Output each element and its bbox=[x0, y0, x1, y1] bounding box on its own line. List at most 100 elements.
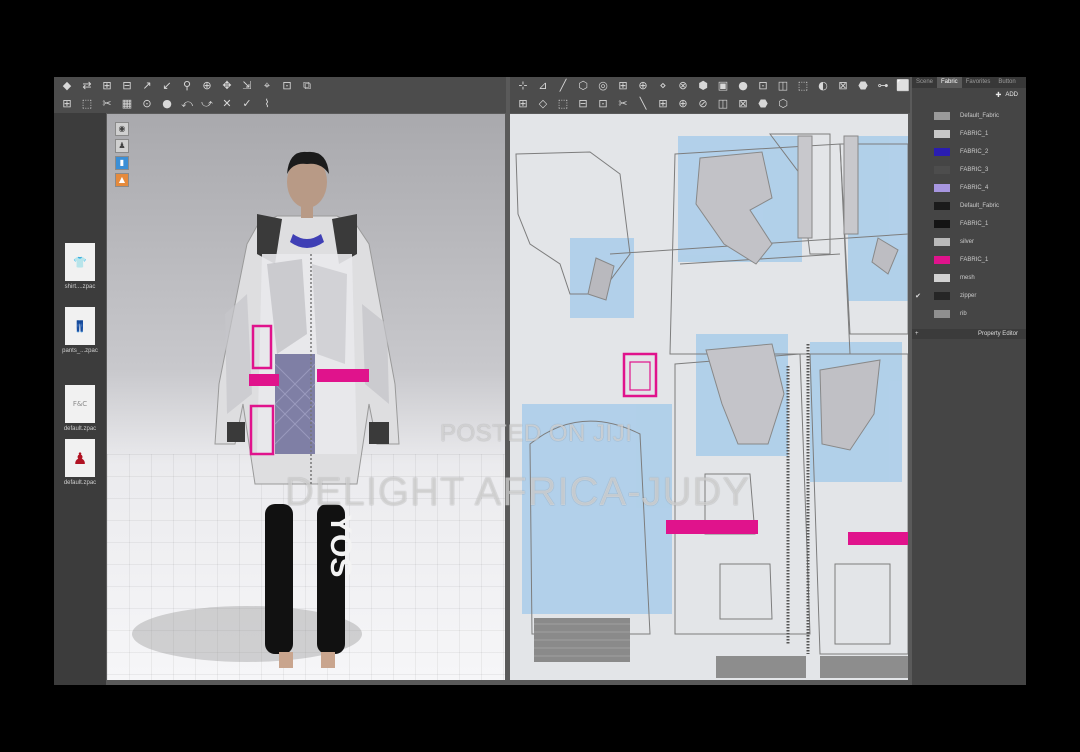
add-icon: ✚ bbox=[995, 91, 1002, 99]
2d-tool-icon[interactable]: ⬡ bbox=[576, 77, 590, 95]
3d-tool-icon[interactable]: ⊕ bbox=[200, 77, 214, 95]
fabric-list-item[interactable]: FABRIC_4 bbox=[912, 179, 1026, 197]
legging-print: YOS bbox=[324, 514, 357, 577]
pants-icon: 👖 bbox=[65, 307, 95, 345]
3d-tool-icon[interactable]: ⇄ bbox=[80, 77, 94, 95]
fabric-swatch bbox=[934, 220, 950, 228]
2d-tool-icon[interactable]: ⊿ bbox=[536, 77, 550, 95]
2d-tool-icon[interactable]: ◇ bbox=[536, 95, 550, 113]
2d-tool-icon[interactable]: ⊞ bbox=[656, 95, 670, 113]
2d-tool-icon[interactable]: ◫ bbox=[716, 95, 730, 113]
library-item-shirt[interactable]: 👕 shirt....zpac bbox=[56, 243, 104, 290]
library-item-pants[interactable]: 👖 pants_...zpac bbox=[56, 307, 104, 354]
2d-tool-icon[interactable]: ⬚ bbox=[556, 95, 570, 113]
3d-tool-icon[interactable]: ⤻ bbox=[200, 95, 214, 113]
2d-tool-icon[interactable]: ◎ bbox=[596, 77, 610, 95]
3d-tool-icon[interactable]: ✥ bbox=[220, 77, 234, 95]
fabric-list-item[interactable]: silver bbox=[912, 233, 1026, 251]
2d-tool-icon[interactable]: ╱ bbox=[556, 77, 570, 95]
2d-tool-icon[interactable]: ⊕ bbox=[636, 77, 650, 95]
2d-tool-icon[interactable]: ⬢ bbox=[696, 77, 710, 95]
fabric-swatch bbox=[934, 310, 950, 318]
2d-tool-icon[interactable]: ▣ bbox=[716, 77, 730, 95]
fabric-list-item[interactable]: mesh bbox=[912, 269, 1026, 287]
fabric-list-item[interactable]: FABRIC_3 bbox=[912, 161, 1026, 179]
2d-tool-icon[interactable]: ⊶ bbox=[876, 77, 890, 95]
2d-tool-icon[interactable]: ⊟ bbox=[576, 95, 590, 113]
3d-tool-icon[interactable]: ⊡ bbox=[280, 77, 294, 95]
2d-tool-icon[interactable]: ⊡ bbox=[596, 95, 610, 113]
2d-tool-icon[interactable]: ⊕ bbox=[676, 95, 690, 113]
add-fabric-button[interactable]: ADD bbox=[1005, 92, 1018, 98]
tab-fabric[interactable]: Fabric bbox=[937, 77, 962, 88]
2d-tool-icon[interactable]: ⋄ bbox=[656, 77, 670, 95]
2d-tool-icon[interactable]: ⊹ bbox=[516, 77, 530, 95]
2d-tool-icon[interactable]: ◐ bbox=[816, 77, 830, 95]
3d-tool-icon[interactable]: ⊞ bbox=[100, 77, 114, 95]
2d-tool-icon[interactable]: ⊠ bbox=[836, 77, 850, 95]
3d-tool-icon[interactable]: ▦ bbox=[120, 95, 134, 113]
2d-tool-icon[interactable]: ⊠ bbox=[736, 95, 750, 113]
tab-scene[interactable]: Scene bbox=[912, 77, 937, 88]
2d-tool-icon[interactable]: ⬜ bbox=[896, 77, 910, 95]
2d-tool-icon[interactable]: ⊞ bbox=[516, 95, 530, 113]
tab-favorites[interactable]: Favorites bbox=[962, 77, 995, 88]
library-item-label: pants_...zpac bbox=[62, 348, 98, 354]
fabric-name: mesh bbox=[960, 275, 975, 281]
fabric-list-item[interactable]: Default_Fabric bbox=[912, 107, 1026, 125]
3d-garment-viewport[interactable]: ◉ ♟ ▮ ▲ YOS bbox=[107, 114, 505, 680]
tab-button[interactable]: Button bbox=[994, 77, 1019, 88]
fabric-list-item[interactable]: FABRIC_1 bbox=[912, 251, 1026, 269]
magenta-band-piece-left bbox=[666, 520, 758, 534]
2d-tool-icon[interactable]: ⊡ bbox=[756, 77, 770, 95]
3d-tool-icon[interactable]: ⊞ bbox=[60, 95, 74, 113]
3d-tool-icon[interactable]: ⊙ bbox=[140, 95, 154, 113]
3d-tool-icon[interactable]: ◆ bbox=[60, 77, 74, 95]
3d-tool-icon[interactable]: ⤺ bbox=[180, 95, 194, 113]
fabric-list-item[interactable]: FABRIC_1 bbox=[912, 215, 1026, 233]
watermark-line-2: DELIGHT AFRICA-JUDY bbox=[285, 470, 750, 514]
fabric-name: Default_Fabric bbox=[960, 113, 1000, 119]
library-item-fabric[interactable]: F&C default.zpac bbox=[56, 385, 104, 432]
2d-tool-icon[interactable]: ● bbox=[736, 77, 750, 95]
2d-pattern-window[interactable] bbox=[510, 114, 908, 680]
2d-tool-icon[interactable]: ⬚ bbox=[796, 77, 810, 95]
2d-tool-icon[interactable]: ⊘ bbox=[696, 95, 710, 113]
3d-tool-icon[interactable]: ⧉ bbox=[300, 77, 314, 95]
2d-tool-icon[interactable]: ⬣ bbox=[756, 95, 770, 113]
avatar-with-garment: YOS bbox=[132, 151, 400, 668]
2d-tool-icon[interactable]: ✂ bbox=[616, 95, 630, 113]
checkmark-icon: ✔ bbox=[915, 292, 921, 300]
3d-tool-icon[interactable]: ✂ bbox=[100, 95, 114, 113]
3d-tool-icon[interactable]: ↗ bbox=[140, 77, 154, 95]
fabric-list-item[interactable]: FABRIC_2 bbox=[912, 143, 1026, 161]
library-item-avatar[interactable]: ♟ default.zpac bbox=[56, 439, 104, 486]
2d-tool-icon[interactable]: ◫ bbox=[776, 77, 790, 95]
3d-tool-icon[interactable]: ⚲ bbox=[180, 77, 194, 95]
2d-tool-icon[interactable]: ⬣ bbox=[856, 77, 870, 95]
library-panel: 👕 shirt....zpac 👖 pants_...zpac F&C defa… bbox=[54, 113, 106, 685]
property-editor-header[interactable]: + Property Editor bbox=[912, 329, 1026, 339]
fabric-list-item[interactable]: rib bbox=[912, 305, 1026, 323]
2d-view-toolbar: ⊹⊿╱⬡◎⊞⊕⋄⊗⬢▣●⊡◫⬚◐⊠⬣⊶⬜⬤ ⊞◇⬚⊟⊡✂╲⊞⊕⊘◫⊠⬣⬡ bbox=[510, 77, 929, 113]
fabric-list-item[interactable]: ✔ zipper bbox=[912, 287, 1026, 305]
3d-tool-icon[interactable]: ⌇ bbox=[260, 95, 274, 113]
2d-tool-icon[interactable]: ⬡ bbox=[776, 95, 790, 113]
3d-tool-icon[interactable]: ⊟ bbox=[120, 77, 134, 95]
cuff-right bbox=[369, 422, 389, 444]
fabric-name: zipper bbox=[960, 293, 977, 299]
fabric-name: silver bbox=[960, 239, 975, 245]
3d-tool-icon[interactable]: ⬚ bbox=[80, 95, 94, 113]
3d-tool-icon[interactable]: ✓ bbox=[240, 95, 254, 113]
3d-tool-icon[interactable]: ↙ bbox=[160, 77, 174, 95]
fabric-name: FABRIC_1 bbox=[960, 221, 989, 227]
3d-tool-icon[interactable]: ● bbox=[160, 95, 174, 113]
3d-tool-icon[interactable]: ⇲ bbox=[240, 77, 254, 95]
2d-tool-icon[interactable]: ⊞ bbox=[616, 77, 630, 95]
2d-tool-icon[interactable]: ⊗ bbox=[676, 77, 690, 95]
3d-tool-icon[interactable]: ⌖ bbox=[260, 77, 274, 95]
2d-tool-icon[interactable]: ╲ bbox=[636, 95, 650, 113]
3d-tool-icon[interactable]: ✕ bbox=[220, 95, 234, 113]
fabric-list-item[interactable]: Default_Fabric bbox=[912, 197, 1026, 215]
fabric-list-item[interactable]: FABRIC_1 bbox=[912, 125, 1026, 143]
